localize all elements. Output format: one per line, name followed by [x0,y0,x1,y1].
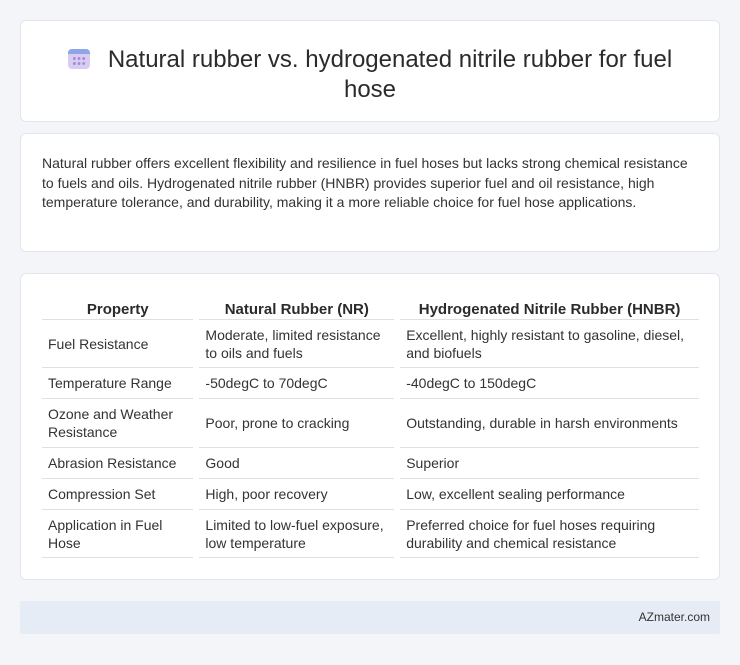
table-cell: Compression Set [42,478,194,509]
table-row: Compression Set High, poor recovery Low,… [42,478,699,509]
table-cell: Limited to low-fuel exposure, low temper… [199,509,395,558]
intro-paragraph: Natural rubber offers excellent flexibil… [42,155,688,210]
table-cell: Low, excellent sealing performance [400,478,699,509]
table-row: Application in Fuel Hose Limited to low-… [42,509,699,558]
comparison-card: Property Natural Rubber (NR) Hydrogenate… [20,273,720,580]
table-cell: -40degC to 150degC [400,367,699,398]
intro-card: Natural rubber offers excellent flexibil… [20,133,720,252]
table-row: Abrasion Resistance Good Superior [42,447,699,478]
table-cell: Fuel Resistance [42,319,194,367]
table-cell: Abrasion Resistance [42,447,194,478]
table-cell: -50degC to 70degC [199,367,395,398]
table-cell: High, poor recovery [199,478,395,509]
table-cell: Excellent, highly resistant to gasoline,… [400,319,699,367]
page-title-text: Natural rubber vs. hydrogenated nitrile … [107,46,673,103]
table-cell: Good [199,447,395,478]
table-cell: Outstanding, durable in harsh environmen… [400,398,699,447]
footer-bar: AZmater.com [20,601,720,634]
footer-brand: AZmater.com [638,610,710,624]
title-card: Natural rubber vs. hydrogenated nitrile … [20,20,720,122]
comparison-table: Property Natural Rubber (NR) Hydrogenate… [36,294,705,558]
table-row: Fuel Resistance Moderate, limited resist… [42,319,699,367]
table-cell: Poor, prone to cracking [199,398,395,447]
header-hnbr: Hydrogenated Nitrile Rubber (HNBR) [418,301,681,318]
table-cell: Moderate, limited resistance to oils and… [199,319,395,367]
header-natural-rubber: Natural Rubber (NR) [224,301,369,318]
calendar-icon [67,47,90,69]
table-header-row: Property Natural Rubber (NR) Hydrogenate… [42,294,699,319]
table-cell: Application in Fuel Hose [42,509,194,558]
table-cell: Ozone and Weather Resistance [42,398,194,447]
table-cell: Preferred choice for fuel hoses requirin… [400,509,699,558]
header-property: Property [86,301,149,318]
page-title: Natural rubber vs. hydrogenated nitrile … [61,45,679,105]
table-row: Ozone and Weather Resistance Poor, prone… [42,398,699,447]
table-row: Temperature Range -50degC to 70degC -40d… [42,367,699,398]
table-cell: Superior [400,447,699,478]
table-cell: Temperature Range [42,367,194,398]
